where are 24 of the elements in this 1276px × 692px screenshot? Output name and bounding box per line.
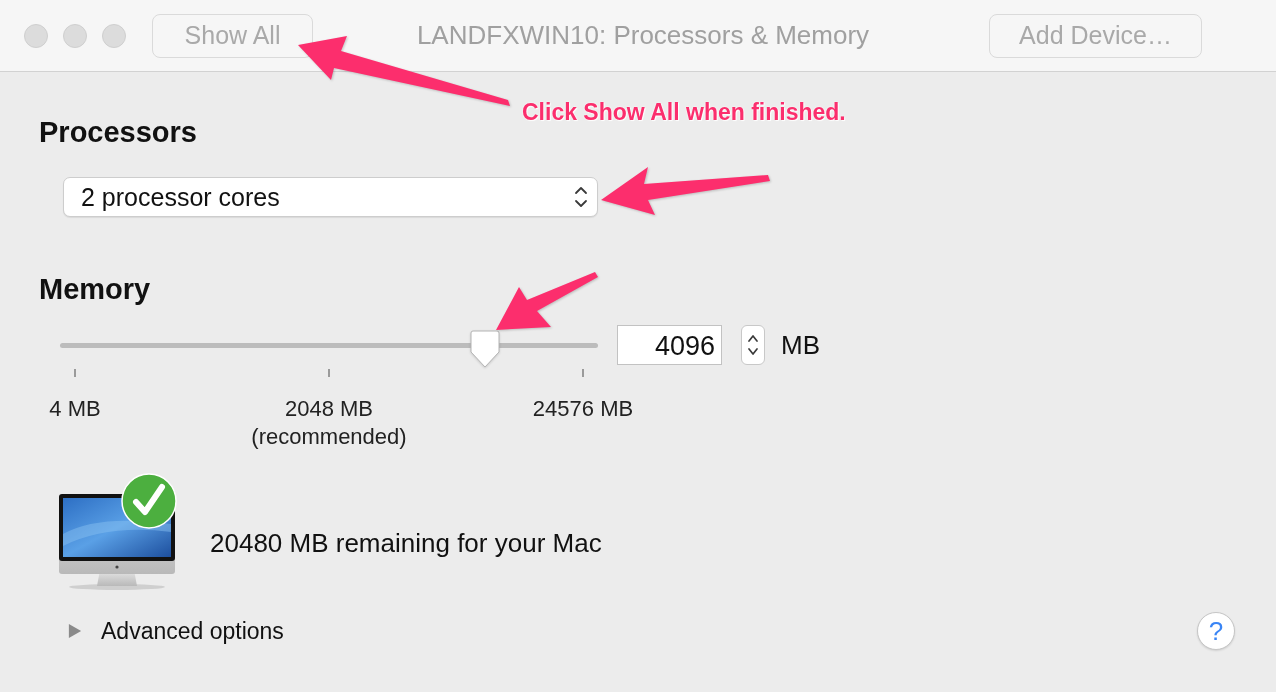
unit-label: MB xyxy=(781,329,820,361)
tick-mark xyxy=(582,369,584,377)
tick-label: 2048 MB xyxy=(284,395,374,423)
up-down-chevron-icon xyxy=(747,332,759,358)
section-heading: Processors xyxy=(39,115,197,150)
window-title: LANDFXWIN10: Processors & Memory xyxy=(416,20,870,51)
tick-mark xyxy=(74,369,76,377)
tick-mark xyxy=(328,369,330,377)
status-message: 20480 MB remaining for your Mac xyxy=(210,527,602,559)
tick-label: 24576 MB xyxy=(532,395,634,423)
tick-label: 4 MB xyxy=(49,395,101,423)
processor-select[interactable]: 2 processor cores xyxy=(63,177,598,217)
up-down-chevron-icon xyxy=(574,185,588,209)
window-control-button[interactable] xyxy=(63,23,87,48)
section-heading: Memory xyxy=(39,272,151,307)
tick-note: (recommended) xyxy=(251,423,407,451)
stepper-button[interactable] xyxy=(741,325,765,365)
memory-value-field[interactable]: 4096 xyxy=(617,325,722,365)
slider-thumb[interactable] xyxy=(470,329,500,368)
window-control-button[interactable] xyxy=(102,23,126,48)
window-control-button[interactable] xyxy=(24,23,48,48)
annotation-text: Click Show All when finished. xyxy=(522,98,846,126)
advanced-options-toggle[interactable]: Advanced options xyxy=(68,617,284,645)
help-button[interactable]: ? xyxy=(1197,612,1235,650)
